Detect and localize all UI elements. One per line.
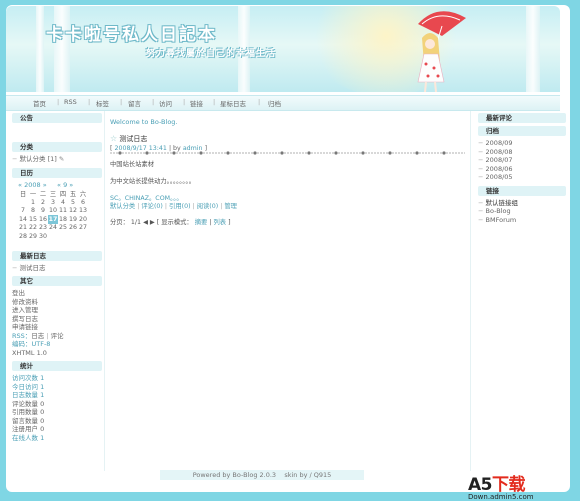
header-banner: 卡卡啦号私人日記本 努力尋找屬於自己的幸福生活 — [6, 6, 560, 92]
calendar: 日一二三四五六 123456 7 8 9 10 11 12 13 14 15 16 17 18 19 2… — [18, 191, 87, 240]
stats-header: 统计 — [12, 361, 102, 371]
stat-item: 引用数量 0 — [12, 408, 45, 416]
next-month-link[interactable]: » — [69, 181, 73, 189]
recent-post-item[interactable]: − 测试日志 — [12, 264, 102, 273]
other-header: 其它 — [12, 276, 102, 286]
nav-guestbook[interactable]: 留言 — [128, 98, 141, 108]
rss-comments-link[interactable]: 评论 — [51, 332, 64, 340]
nav-archive[interactable]: 归档 — [268, 98, 281, 108]
list-mode-link[interactable]: 列表 — [214, 219, 227, 226]
stat-item: 日志数量 1 — [12, 391, 45, 399]
category-link[interactable]: 默认分类 — [110, 203, 135, 210]
stat-item: 注册用户 0 — [12, 425, 45, 433]
archive-header: 归档 — [478, 126, 566, 136]
category-item[interactable]: − 默认分类 [1] ✎ — [12, 155, 102, 164]
footer: Powered by Bo-Blog 2.0.3 skin by / Q915 — [160, 470, 364, 480]
links-header: 链接 — [478, 185, 566, 196]
skin-credit: skin by / Q915 — [284, 471, 332, 479]
archive-item[interactable]: − 2008/05 — [478, 173, 566, 182]
recent-posts-header: 最新日志 — [12, 250, 102, 261]
xhtml-text[interactable]: XHTML 1.0 — [12, 349, 102, 358]
link-item[interactable]: − Bo-Blog — [478, 207, 566, 216]
trackback-link[interactable]: 引用(0) — [169, 203, 191, 210]
announcement-header: 公告 — [12, 113, 102, 123]
left-sidebar: 公告 分类 − 默认分类 [1] ✎ 日历 « 2008 » « 9 » 日一二… — [12, 113, 102, 442]
summary-mode-link[interactable]: 摘要 — [195, 219, 208, 226]
powered-by-link[interactable]: Powered by Bo-Blog 2.0.3 — [193, 471, 276, 479]
encoding-text: 编码：UTF-8 — [12, 340, 51, 348]
calendar-header: 日历 — [12, 167, 102, 178]
prev-page-icon[interactable]: ◀ — [143, 219, 148, 226]
rss-line: RSS：日志 | 评论 — [12, 331, 64, 340]
banner-subtitle: 努力尋找屬於自己的幸福生活 — [146, 49, 277, 59]
stat-item: 在线人数 1 — [12, 433, 45, 442]
stats-list: 访问次数 1 今日访问 1 日志数量 1 评论数量 0 引用数量 0 留言数量 0 注册用户… — [12, 374, 102, 442]
comments-link[interactable]: 评论(0) — [141, 203, 163, 210]
archive-item[interactable]: − 2008/08 — [478, 148, 566, 157]
write-post-link[interactable]: 撰写日志 — [12, 315, 102, 324]
tag-icon: ✎ — [58, 155, 65, 163]
nav-links[interactable]: 链接 — [190, 98, 203, 108]
stat-item: 访问次数 1 — [12, 374, 45, 382]
watermark-logo: A5下载 Down.admin5.com — [468, 475, 534, 501]
stat-item: 留言数量 0 — [12, 416, 45, 425]
post-title[interactable]: ☆ 测试日志 — [110, 134, 465, 144]
logout-link[interactable]: 登出 — [12, 289, 102, 298]
stat-item: 今日访问 1 — [12, 382, 45, 391]
right-sidebar: 最新评论 归档 − 2008/09 − 2008/08 − 2008/07 − … — [478, 113, 566, 224]
welcome-text: Welcome to Bo-Blog. — [110, 118, 178, 126]
category-header: 分类 — [12, 142, 102, 152]
stat-item: 评论数量 0 — [12, 399, 45, 408]
nav-rss[interactable]: RSS — [64, 98, 77, 106]
next-year-link[interactable]: » — [43, 181, 47, 189]
nav-visit[interactable]: 访问 — [159, 98, 172, 108]
edit-profile-link[interactable]: 修改资料 — [12, 298, 102, 307]
nav-tags[interactable]: 标签 — [96, 98, 109, 108]
apply-link-link[interactable]: 申请链接 — [12, 323, 102, 332]
star-icon: ☆ — [110, 134, 118, 143]
reads-link[interactable]: 阅读(0) — [197, 203, 219, 210]
archive-item[interactable]: − 2008/06 — [478, 165, 566, 174]
calendar-nav: « 2008 » « 9 » — [18, 180, 74, 189]
calendar-today[interactable]: 17 — [48, 215, 58, 224]
nav-starred[interactable]: 星标日志 — [220, 98, 246, 108]
admin-link[interactable]: 进入管理 — [12, 306, 102, 315]
post-line-2: 为中文站长提供动力。。。。。。。。 — [110, 178, 195, 185]
rss-posts-link[interactable]: 日志 — [31, 332, 44, 340]
decorative-divider — [110, 151, 465, 155]
manage-link[interactable]: 管理 — [224, 203, 237, 210]
main-nav: 首页 | RSS | 标签 | 留言 | 访问 | 链接 | 星标日志 | 归档 — [6, 95, 560, 111]
prev-month-link[interactable]: « — [57, 181, 61, 189]
next-page-icon[interactable]: ▶ — [150, 219, 155, 226]
post-links: 默认分类 | 评论(0) | 引用(0) | 阅读(0) | 管理 — [110, 203, 237, 210]
post-line-1: 中国站长站素材 — [110, 161, 155, 168]
girl-illustration — [417, 11, 466, 92]
pager: 分页： 1/1 ◀ ▶ [ 显示模式： 摘要 | 列表 ] — [110, 219, 231, 226]
link-group: − 默认链接组 — [478, 198, 519, 207]
latest-comments-header: 最新评论 — [478, 113, 566, 123]
archive-item[interactable]: − 2008/09 — [478, 139, 566, 148]
nav-home[interactable]: 首页 — [33, 98, 46, 108]
archive-item[interactable]: − 2008/07 — [478, 156, 566, 165]
main-content: Welcome to Bo-Blog. ☆ 测试日志 [ 2008/9/17 1… — [110, 118, 465, 227]
banner-title: 卡卡啦号私人日記本 — [46, 25, 217, 45]
prev-year-link[interactable]: « — [18, 181, 22, 189]
link-item[interactable]: − BMForum — [478, 216, 566, 225]
post-line-3: SC。CHINAZ。COM。。。 — [110, 195, 183, 202]
